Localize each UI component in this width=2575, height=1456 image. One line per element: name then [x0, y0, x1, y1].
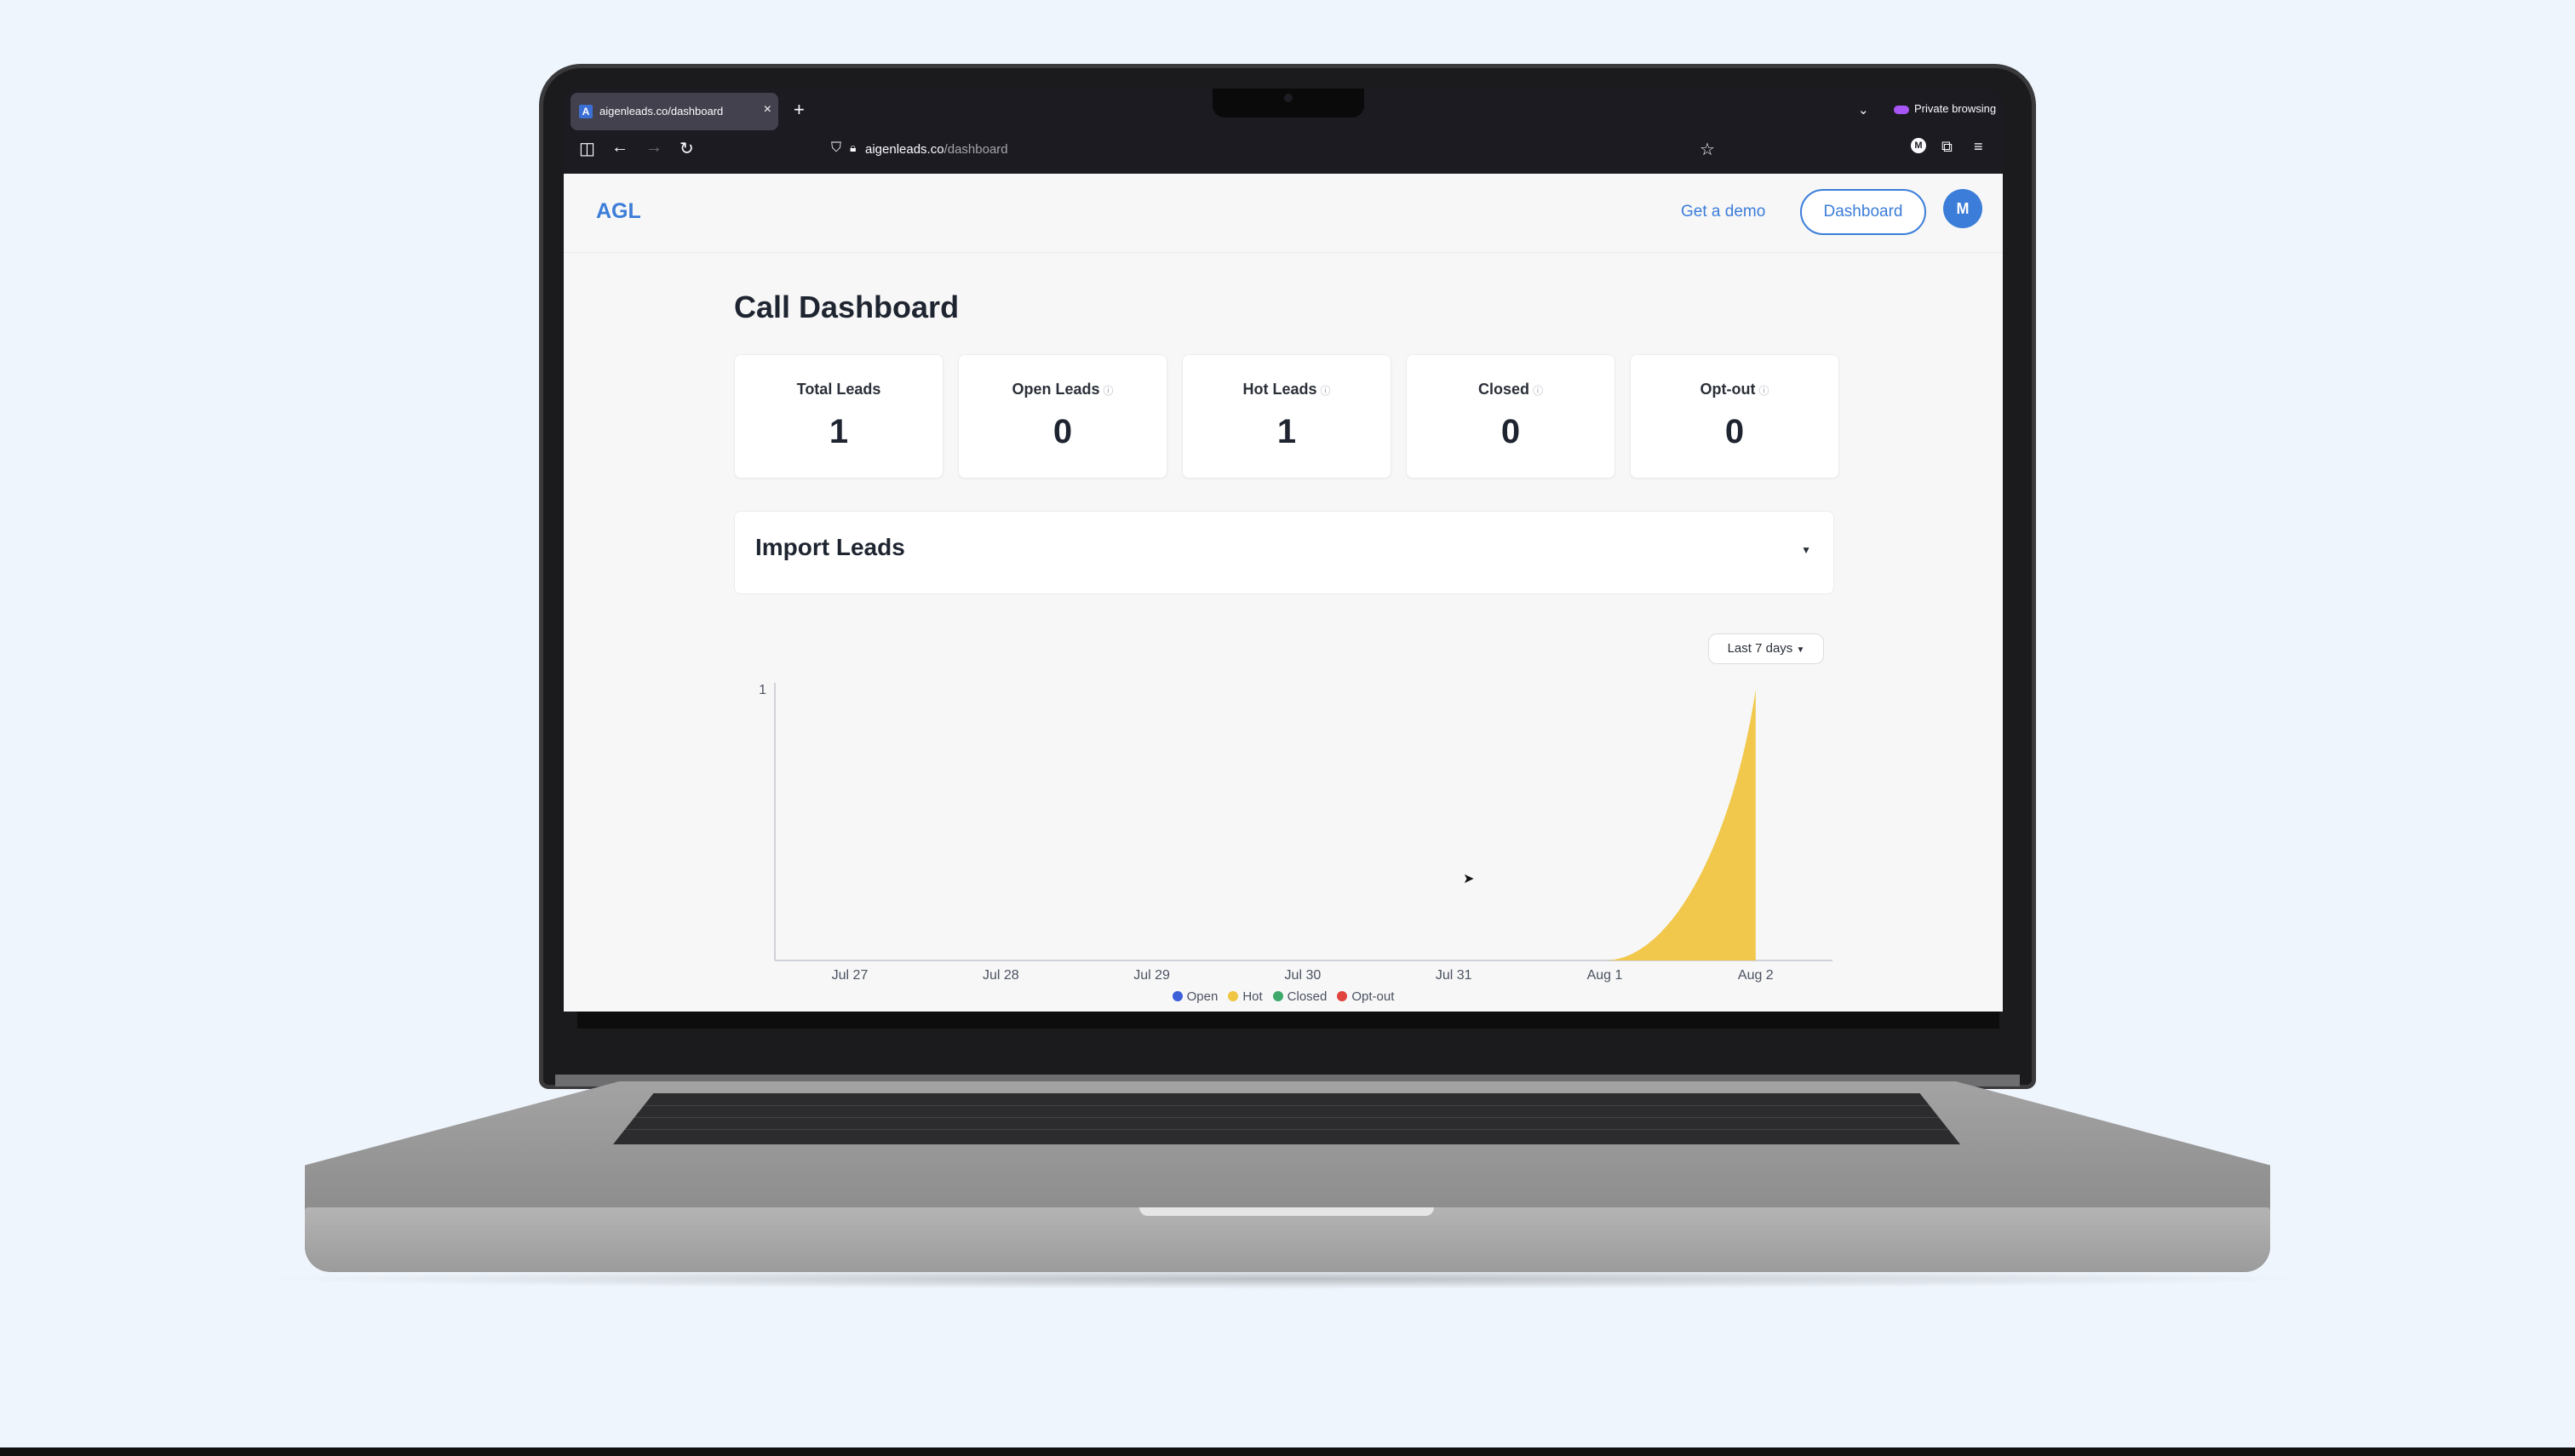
- private-browsing-indicator: Private browsing: [1894, 102, 1996, 115]
- x-tick-label: Jul 30: [1285, 968, 1322, 983]
- camera-icon: [1284, 94, 1293, 102]
- star-icon[interactable]: ☆: [1700, 139, 1715, 160]
- tab-favicon-icon: A: [579, 105, 593, 118]
- web-page: AGL Get a demo Dashboard M Call Dashboar…: [564, 174, 2003, 1012]
- x-tick-label: Aug 1: [1587, 968, 1623, 983]
- leads-chart: 1 Jul 27 Jul 28 Jul 29 Jul 30 Jul 31 Aug 1 Aug …: [759, 683, 1832, 983]
- legend-label: Closed: [1287, 989, 1328, 1004]
- new-tab-icon[interactable]: +: [794, 99, 805, 121]
- stat-card-total-leads: Total Leads 1: [734, 354, 943, 479]
- lock-icon[interactable]: 🔒︎: [850, 140, 856, 155]
- back-icon[interactable]: ←: [611, 138, 628, 158]
- x-tick-label: Aug 2: [1738, 968, 1774, 983]
- stat-label: Hot Leads ⓘ: [1242, 381, 1331, 398]
- account-icon[interactable]: M: [1911, 138, 1926, 153]
- x-tick-label: Jul 31: [1436, 968, 1472, 983]
- legend-label: Hot: [1242, 989, 1263, 1004]
- import-leads-panel[interactable]: Import Leads ▼: [734, 511, 1834, 594]
- laptop-keyboard: [613, 1093, 1960, 1144]
- legend-dot: [1337, 991, 1348, 1001]
- logo[interactable]: AGL: [596, 199, 641, 224]
- info-icon[interactable]: ⓘ: [1533, 385, 1543, 397]
- x-tick-label: Jul 27: [832, 968, 869, 983]
- stat-card-closed: Closed ⓘ 0: [1406, 354, 1615, 479]
- stat-label: Closed ⓘ: [1477, 381, 1544, 398]
- get-demo-link[interactable]: Get a demo: [1681, 203, 1765, 221]
- trackpad-notch: [1139, 1207, 1434, 1216]
- avatar[interactable]: M: [1943, 189, 1982, 228]
- info-icon[interactable]: ⓘ: [1758, 385, 1769, 397]
- legend-dot: [1228, 991, 1239, 1001]
- stat-label: Total Leads: [796, 381, 881, 398]
- chevron-down-icon[interactable]: ⌄: [1858, 102, 1869, 118]
- laptop-base-front: [305, 1207, 2270, 1272]
- url-text[interactable]: aigenleads.co/dashboard: [865, 142, 1008, 157]
- y-tick-label: 1: [759, 683, 766, 697]
- x-tick-label: Jul 29: [1133, 968, 1170, 983]
- chart-legend: Open Hot Closed Opt-out: [564, 989, 2003, 1004]
- legend-item-opt-out[interactable]: Opt-out: [1337, 989, 1394, 1004]
- private-browsing-label: Private browsing: [1914, 102, 1997, 115]
- stat-value: 1: [1276, 413, 1297, 450]
- dashboard-button[interactable]: Dashboard: [1800, 189, 1926, 235]
- sidebar-icon[interactable]: ◫: [579, 138, 595, 159]
- legend-label: Opt-out: [1351, 989, 1395, 1004]
- legend-item-hot[interactable]: Hot: [1228, 989, 1263, 1004]
- close-tab-icon[interactable]: ×: [764, 102, 771, 118]
- import-leads-title: Import Leads: [755, 534, 905, 560]
- menu-icon[interactable]: ≡: [1974, 138, 1983, 156]
- browser-tab[interactable]: A aigenleads.co/dashboard ×: [571, 93, 778, 130]
- extensions-icon[interactable]: ⧉: [1941, 138, 1953, 156]
- legend-dot: [1172, 991, 1183, 1001]
- stat-card-opt-out: Opt-out ⓘ 0: [1630, 354, 1839, 479]
- x-tick-label: Jul 28: [983, 968, 1019, 983]
- stat-value: 0: [1052, 413, 1073, 450]
- address-bar[interactable]: ⛉ 🔒︎ aigenleads.co/dashboard ☆: [831, 135, 1717, 164]
- stat-label: Open Leads ⓘ: [1012, 381, 1114, 398]
- stat-value: 1: [829, 413, 849, 450]
- stat-card-open-leads: Open Leads ⓘ 0: [958, 354, 1167, 479]
- legend-dot: [1272, 991, 1283, 1001]
- tab-title: aigenleads.co/dashboard: [599, 105, 724, 118]
- stat-value: 0: [1724, 413, 1745, 450]
- stat-value: 0: [1500, 413, 1521, 450]
- private-mask-icon: [1894, 105, 1909, 114]
- legend-label: Open: [1186, 989, 1219, 1004]
- bottom-bar: [0, 1447, 2575, 1456]
- top-navbar: AGL Get a demo Dashboard M: [564, 174, 2003, 253]
- series-area-hot: [850, 690, 1756, 960]
- forward-icon[interactable]: →: [645, 138, 662, 158]
- bezel-bottom: [577, 1012, 1999, 1029]
- legend-item-open[interactable]: Open: [1172, 989, 1219, 1004]
- stat-card-hot-leads: Hot Leads ⓘ 1: [1182, 354, 1391, 479]
- stat-label: Opt-out ⓘ: [1700, 381, 1769, 398]
- chevron-down-icon[interactable]: ▼: [1801, 544, 1811, 556]
- page-title: Call Dashboard: [734, 289, 960, 324]
- info-icon[interactable]: ⓘ: [1321, 385, 1331, 397]
- reload-icon[interactable]: ↻: [680, 138, 694, 159]
- mouse-cursor-icon: ➤: [1463, 872, 1475, 886]
- legend-item-closed[interactable]: Closed: [1272, 989, 1328, 1004]
- shield-icon[interactable]: ⛉: [831, 140, 841, 156]
- info-icon[interactable]: ⓘ: [1104, 385, 1114, 397]
